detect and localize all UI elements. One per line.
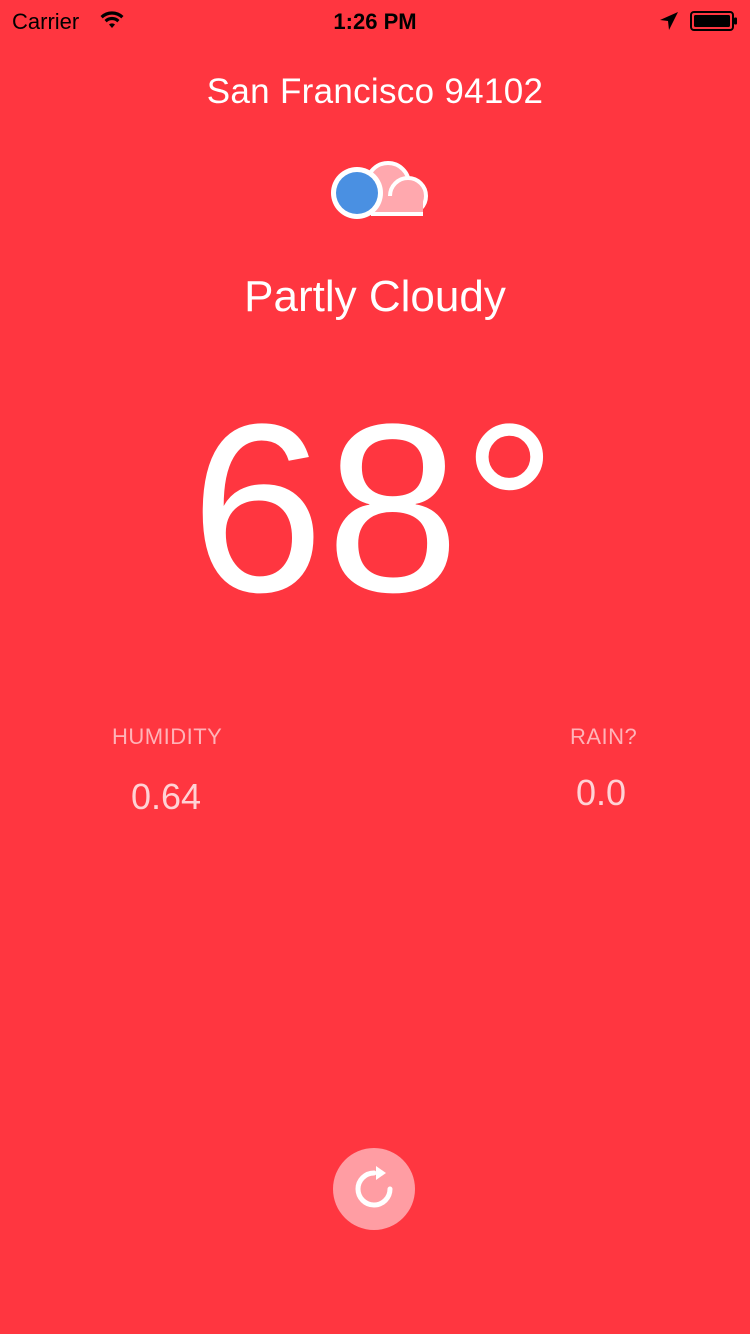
rain-value: 0.0: [576, 772, 627, 813]
refresh-icon: [355, 1166, 393, 1208]
location-arrow-icon: [660, 12, 678, 30]
humidity-label: HUMIDITY: [112, 724, 223, 749]
temperature-readout: 68°: [190, 374, 560, 642]
humidity-value: 0.64: [131, 776, 202, 817]
city-label: San Francisco 94102: [206, 72, 544, 111]
status-bar: Carrier 1:26 PM: [0, 0, 750, 40]
battery-icon: [690, 11, 737, 31]
refresh-button[interactable]: [333, 1148, 415, 1230]
partly-cloudy-icon: [331, 161, 428, 219]
rain-label: RAIN?: [570, 724, 638, 749]
status-time: 1:26 PM: [333, 9, 417, 34]
weather-condition: Partly Cloudy: [244, 272, 506, 321]
